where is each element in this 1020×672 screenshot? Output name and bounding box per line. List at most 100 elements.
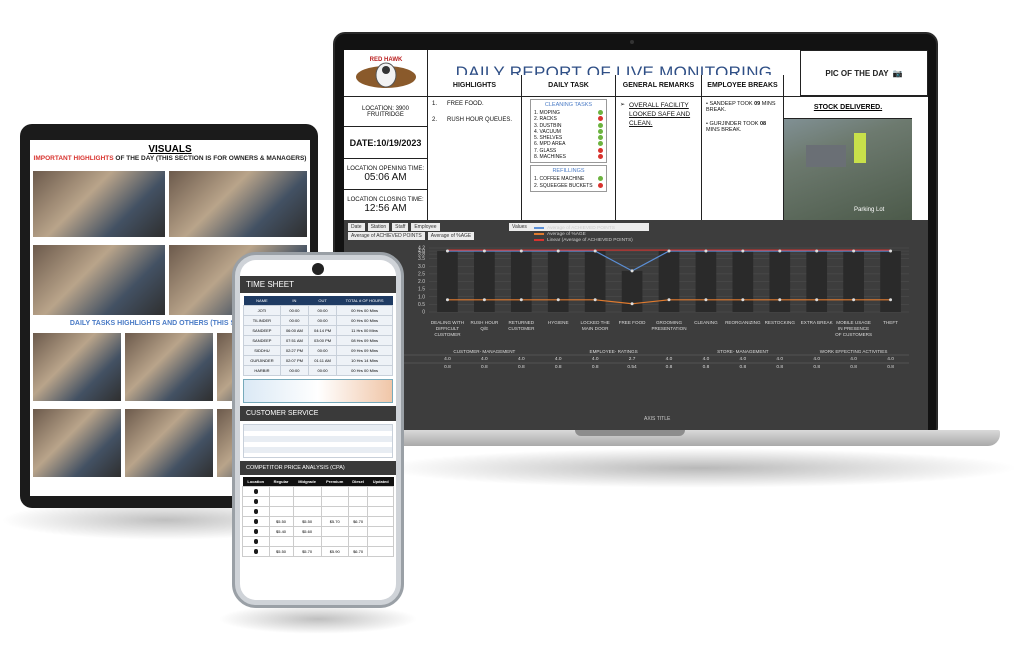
- table-cell: 00 Hrs 00 Mins: [336, 365, 393, 376]
- bar: [732, 251, 754, 312]
- highlight-text: FREE FOOD.: [447, 101, 484, 107]
- table-cell: 01:11 AM: [307, 355, 338, 366]
- table-cell: [347, 486, 369, 497]
- visuals-title: VISUALS: [148, 144, 192, 155]
- location-column: LOCATION: 3900 FRUITRIDGE DATE:10/19/202…: [344, 97, 428, 220]
- visuals-subtitle: IMPORTANT HIGHLIGHTS OF THE DAY (THIS SE…: [30, 155, 310, 162]
- table-cell: [268, 496, 294, 507]
- table-cell: [292, 486, 322, 497]
- highlight-text: RUSH HOUR QUEUES.: [447, 117, 513, 123]
- data-point: [482, 249, 486, 253]
- bar: [437, 251, 458, 312]
- location-badge: [253, 499, 258, 504]
- x-category-label: PRESENTATION: [651, 326, 686, 331]
- cctv-photo-3: [32, 244, 166, 316]
- phone-shadow: [218, 604, 418, 634]
- table-cell: [367, 546, 394, 557]
- breaks-header: EMPLOYEE BREAKS: [702, 75, 783, 97]
- highlight-item: 1. FREE FOOD.: [432, 101, 517, 107]
- x-category-label: CUSTOMER: [434, 332, 461, 337]
- data-point: [667, 249, 671, 253]
- y-tick-label: 2.5: [418, 271, 425, 277]
- check-icon: [598, 141, 603, 147]
- device-mockup-scene: RED HAWK DAILY REPORT OF LIVE MONITORING…: [0, 0, 1020, 672]
- y-tick-label: 3.0: [418, 264, 425, 270]
- data-point: [889, 249, 893, 253]
- worker-figure: [854, 133, 866, 163]
- table-cell: [347, 506, 369, 517]
- table-row: SANDEEP 06:00 AM 04:14 PM 11 Hrs 00 Mins: [243, 325, 393, 336]
- cctv-photo-2: [168, 170, 308, 238]
- x-category-label: CLEANING: [694, 320, 718, 325]
- laptop-screen: RED HAWK DAILY REPORT OF LIVE MONITORING…: [344, 50, 928, 430]
- check-icon: [598, 110, 603, 115]
- cctv-photo-8: [32, 408, 122, 478]
- data-point: [852, 298, 856, 302]
- data-point: [815, 298, 819, 302]
- timesheet-col-header: TOTAL # OF HOURS: [336, 296, 393, 306]
- x-category-label: THEFT: [883, 320, 898, 325]
- x-category-label: DIFFICULT: [436, 326, 459, 331]
- location-badge: [253, 529, 258, 534]
- table-cell: 00:00: [279, 305, 309, 316]
- timesheet-table: NAME IN OUT TOTAL # OF HOURS JOTI 00:00 00:00…: [243, 296, 393, 376]
- x-category-label: MOBILE USAGE: [836, 320, 871, 325]
- laptop-camera: [630, 40, 634, 44]
- table-cell: 04:14 PM: [307, 325, 338, 336]
- y-tick-label: 2.0: [418, 279, 425, 285]
- table-cell: [367, 526, 394, 537]
- cross-icon: [598, 116, 603, 122]
- table-cell: 06:00 AM: [279, 325, 309, 336]
- location-pill: [242, 516, 270, 527]
- table-row: HARBIR 00:00 00:00 00 Hrs 00 Mins: [243, 365, 393, 376]
- cpa-col-header: Location: [242, 477, 270, 487]
- table-cell: [292, 536, 322, 547]
- remarks-header: GENERAL REMARKS: [616, 75, 701, 97]
- breaks-column: EMPLOYEE BREAKS • SANDEEP TOOK 09 MINS B…: [702, 75, 784, 220]
- table-cell: 08 Hrs 09 Mins: [336, 335, 393, 346]
- table-cell: [367, 486, 394, 497]
- table-row: JOTI 00:00 00:00 00 Hrs 00 Mins: [243, 305, 393, 316]
- axis-title: AXIS TITLE: [644, 416, 671, 422]
- data-value-label: 4.0: [813, 356, 820, 362]
- bar: [880, 251, 901, 312]
- table-row: [242, 536, 394, 547]
- cctv-photo-6: [124, 332, 214, 402]
- data-value-label: 4.0: [555, 356, 562, 362]
- y-tick-label: 1.5: [418, 287, 425, 293]
- data-value-label: 0.8: [666, 364, 673, 370]
- cpa-head-row: Location Regular Midgrade Premium Diesel Upda…: [242, 477, 394, 487]
- data-value-label: 0.8: [518, 364, 525, 370]
- photo-caption: Parking Lot: [854, 207, 885, 213]
- break-item: • SANDEEP TOOK 09 MINS BREAK.: [706, 101, 779, 113]
- x-category-label: RETURNED: [509, 320, 535, 325]
- timesheet-body: JOTI 00:00 00:00 00 Hrs 00 Mins TILINDER 00:0…: [243, 305, 393, 376]
- bar: [806, 251, 828, 312]
- x-category-label: HYGIENE: [548, 320, 569, 325]
- cpa-header: COMPETITOR PRICE ANALYSIS (CPA): [240, 461, 396, 475]
- x-category-label: FREE FOOD: [619, 320, 646, 325]
- check-icon: [598, 122, 603, 128]
- camera-icon: 📷: [892, 68, 903, 78]
- table-row: $5.50 $5.70 $5.90 $6.70: [242, 546, 394, 557]
- data-point: [889, 298, 893, 302]
- highlight-number: 1.: [432, 101, 438, 107]
- data-value-label: 0.8: [740, 364, 747, 370]
- table-cell: 09 Hrs 09 Mins: [336, 345, 393, 356]
- table-cell: $5.50: [292, 516, 322, 527]
- data-point: [704, 249, 708, 253]
- svg-text:RED HAWK: RED HAWK: [369, 57, 402, 63]
- location-badge: [253, 549, 258, 554]
- phone-camera: [312, 263, 324, 275]
- cpa-col-header: Premium: [321, 477, 349, 487]
- table-cell: 00:00: [279, 365, 309, 376]
- customer-service-table: [243, 424, 393, 458]
- table-cell: $6.70: [347, 546, 369, 557]
- cross-icon: [598, 147, 603, 153]
- task-row: 8. MACHINES: [534, 154, 603, 160]
- cross-icon: [598, 182, 603, 188]
- category-group-label: STORE- MANAGEMENT: [717, 349, 769, 354]
- table-cell: [268, 486, 294, 497]
- data-value-label: 0.8: [592, 364, 599, 370]
- x-category-label: LOCKED THE: [581, 320, 610, 325]
